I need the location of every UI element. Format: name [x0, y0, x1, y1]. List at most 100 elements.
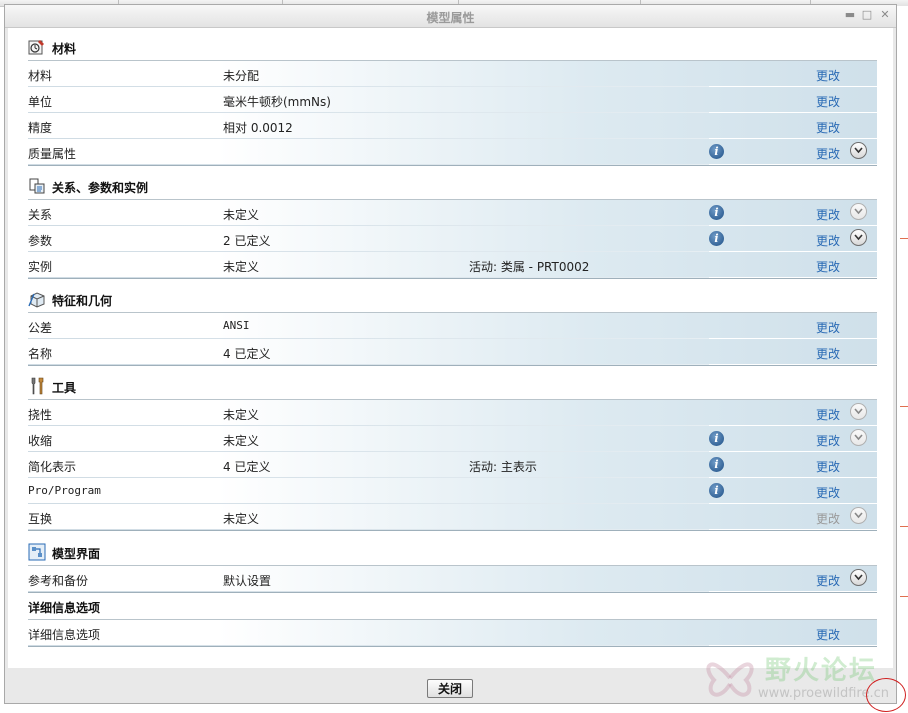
row-value: 未定义	[223, 260, 260, 274]
property-row-detail-options: 详细信息选项 更改	[28, 620, 877, 646]
property-row-simplified-reps: 简化表示 4 已定义 活动: 主表示 i 更改	[28, 452, 877, 478]
info-icon[interactable]: i	[709, 205, 724, 220]
chevron-down-circle-icon[interactable]	[850, 403, 867, 420]
info-icon[interactable]: i	[709, 431, 724, 446]
row-value: 未定义	[223, 208, 260, 222]
model-properties-dialog: 模型属性 ▬ □ ✕ 材料 材料 未分配 更改 单位 毫米牛顿秒(mmNs) 更…	[4, 4, 897, 704]
section-header: 工具	[28, 373, 877, 400]
property-row-parameters: 参数 2 已定义 i 更改	[28, 226, 877, 252]
row-value: 未定义	[223, 408, 260, 422]
chevron-down-circle-icon[interactable]	[850, 229, 867, 246]
change-link[interactable]: 更改	[816, 93, 840, 110]
change-link[interactable]: 更改	[816, 232, 840, 249]
features-geometry-icon	[28, 292, 45, 308]
section-title: 关系、参数和实例	[52, 181, 149, 195]
row-label: 单位	[28, 95, 53, 109]
chevron-down-circle-icon[interactable]	[850, 507, 867, 524]
section-detail-options: 详细信息选项 详细信息选项 更改	[28, 593, 877, 647]
close-icon[interactable]: ✕	[878, 8, 892, 22]
property-row-flexibility: 挠性 未定义 更改	[28, 400, 877, 426]
section-features: 特征和几何 公差 ANSI 更改 名称 4 已定义 更改	[28, 286, 877, 366]
red-annotation-circle	[866, 678, 906, 712]
row-value: 未定义	[223, 512, 260, 526]
row-label: Pro/Program	[28, 484, 101, 497]
change-link[interactable]: 更改	[816, 406, 840, 423]
change-link[interactable]: 更改	[816, 458, 840, 475]
info-icon[interactable]: i	[709, 483, 724, 498]
property-row-relations: 关系 未定义 i 更改	[28, 200, 877, 226]
row-label: 名称	[28, 347, 53, 361]
row-label: 参考和备份	[28, 574, 89, 588]
section-header: 模型界面	[28, 539, 877, 566]
change-link: 更改	[816, 512, 841, 526]
tools-icon	[31, 377, 44, 395]
row-value: 4 已定义	[223, 347, 271, 361]
change-link[interactable]: 更改	[816, 206, 840, 223]
minimize-icon[interactable]: ▬	[843, 8, 857, 22]
change-link[interactable]: 更改	[816, 484, 840, 501]
section-title: 材料	[52, 42, 77, 56]
property-row-mass-properties: 质量属性 i 更改	[28, 139, 877, 165]
model-interface-icon	[28, 543, 46, 561]
section-header: 关系、参数和实例	[28, 173, 877, 200]
info-icon[interactable]: i	[709, 144, 724, 159]
background-right-strip	[896, 6, 908, 713]
section-header: 特征和几何	[28, 286, 877, 313]
row-label: 精度	[28, 121, 53, 135]
butterfly-logo-icon	[706, 662, 754, 697]
section-header: 材料	[28, 34, 877, 61]
chevron-down-circle-icon[interactable]	[850, 203, 867, 220]
row-value: 默认设置	[223, 574, 272, 588]
maximize-icon[interactable]: □	[860, 8, 874, 22]
info-icon[interactable]: i	[709, 231, 724, 246]
row-value: 未分配	[223, 69, 260, 83]
row-label: 详细信息选项	[28, 628, 101, 642]
property-row-instances: 实例 未定义 活动: 类属 - PRT0002 更改	[28, 252, 877, 278]
change-link[interactable]: 更改	[816, 145, 840, 162]
property-row-accuracy: 精度 相对 0.0012 更改	[28, 113, 877, 139]
materials-icon	[28, 40, 44, 55]
row-label: 材料	[28, 69, 53, 83]
section-title: 工具	[52, 381, 77, 395]
row-label: 挠性	[28, 408, 53, 422]
info-icon[interactable]: i	[709, 457, 724, 472]
row-label: 参数	[28, 234, 53, 248]
row-value: 4 已定义	[223, 460, 271, 474]
chevron-down-circle-icon[interactable]	[850, 569, 867, 586]
title-bar: 模型属性 ▬ □ ✕	[5, 5, 896, 28]
close-button[interactable]: 关闭	[427, 679, 473, 698]
property-row-pro-program: Pro/Program i 更改	[28, 478, 877, 504]
property-row-reference-backup: 参考和备份 默认设置 更改	[28, 566, 877, 592]
chevron-down-circle-icon[interactable]	[850, 429, 867, 446]
section-model-interface: 模型界面 参考和备份 默认设置 更改	[28, 539, 877, 593]
change-link[interactable]: 更改	[816, 319, 840, 336]
row-label: 收缩	[28, 434, 53, 448]
dialog-content: 材料 材料 未分配 更改 单位 毫米牛顿秒(mmNs) 更改 精度 相对 0.0…	[8, 28, 893, 668]
dialog-title: 模型属性	[426, 11, 475, 25]
relations-icon	[29, 178, 45, 194]
change-link[interactable]: 更改	[816, 67, 840, 84]
change-link[interactable]: 更改	[816, 572, 840, 589]
row-value: 相对 0.0012	[223, 121, 293, 135]
change-link[interactable]: 更改	[816, 345, 840, 362]
change-link[interactable]: 更改	[816, 626, 840, 643]
row-label: 实例	[28, 260, 53, 274]
property-row-material: 材料 未分配 更改	[28, 61, 877, 87]
watermark-text: 野火论坛	[765, 656, 878, 686]
section-title: 详细信息选项	[28, 601, 101, 615]
chevron-down-circle-icon[interactable]	[850, 142, 867, 159]
row-extra: 活动: 主表示	[469, 460, 537, 474]
change-link[interactable]: 更改	[816, 258, 840, 275]
change-link[interactable]: 更改	[816, 432, 840, 449]
row-label: 质量属性	[28, 147, 77, 161]
row-label: 互换	[28, 512, 53, 526]
section-title: 特征和几何	[52, 294, 113, 308]
section-header: 详细信息选项	[28, 593, 877, 620]
row-extra: 活动: 类属 - PRT0002	[469, 260, 590, 274]
row-label: 公差	[28, 321, 53, 335]
change-link[interactable]: 更改	[816, 119, 840, 136]
section-materials: 材料 材料 未分配 更改 单位 毫米牛顿秒(mmNs) 更改 精度 相对 0.0…	[28, 34, 877, 166]
row-label: 简化表示	[28, 460, 77, 474]
row-value: 毫米牛顿秒(mmNs)	[223, 95, 331, 109]
section-relations: 关系、参数和实例 关系 未定义 i 更改 参数 2 已定义 i 更改 实例 未定…	[28, 173, 877, 279]
